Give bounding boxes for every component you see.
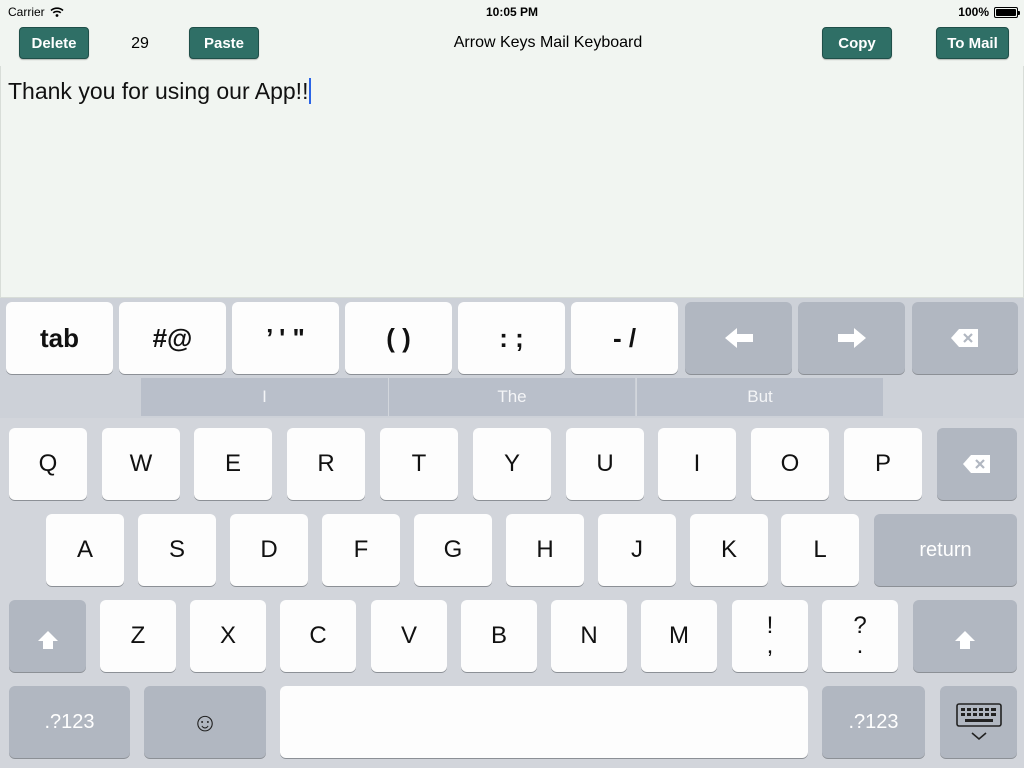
punct-stack: ? . — [853, 614, 866, 659]
emoji-icon: ☺ — [191, 706, 219, 737]
key-b[interactable]: B — [461, 600, 537, 672]
key-d[interactable]: D — [230, 514, 308, 586]
right-arrow-key[interactable] — [798, 302, 905, 374]
toolbar: Delete 29 Paste Arrow Keys Mail Keyboard… — [0, 24, 1024, 64]
emoji-key[interactable]: ☺ — [144, 686, 266, 758]
shift-right-key[interactable] — [913, 600, 1017, 672]
key-k[interactable]: K — [690, 514, 768, 586]
battery-percent: 100% — [958, 5, 989, 19]
battery-icon — [994, 6, 1020, 18]
suggestion-2[interactable]: The — [388, 378, 635, 416]
message-text-line: Thank you for using our App!! — [8, 78, 312, 105]
backspace-icon — [963, 455, 990, 473]
backspace-key[interactable] — [937, 428, 1017, 500]
character-count: 29 — [131, 35, 149, 52]
status-time: 10:05 PM — [485, 5, 539, 19]
paste-button[interactable]: Paste — [189, 27, 259, 59]
key-l[interactable]: L — [781, 514, 859, 586]
keyboard-dismiss-icon — [955, 703, 1002, 741]
key-e[interactable]: E — [194, 428, 272, 500]
status-right: 100% — [958, 5, 1020, 19]
return-key[interactable]: return — [874, 514, 1017, 586]
key-f[interactable]: F — [322, 514, 400, 586]
dash-slash-key[interactable]: - / — [571, 302, 678, 374]
status-bar: Carrier 10:05 PM 100% — [0, 0, 1024, 24]
key-i[interactable]: I — [658, 428, 736, 500]
key-v[interactable]: V — [371, 600, 447, 672]
key-m[interactable]: M — [641, 600, 717, 672]
space-bar[interactable] — [280, 686, 808, 758]
delete-button[interactable]: Delete — [19, 27, 89, 59]
numbers-key-left[interactable]: .?123 — [9, 686, 130, 758]
key-x[interactable]: X — [190, 600, 266, 672]
key-r[interactable]: R — [287, 428, 365, 500]
shift-icon — [37, 631, 58, 649]
accessory-row: tab #@ ’ ' " ( ) : ; - / — [0, 298, 1024, 378]
punct-bottom: . — [856, 632, 864, 659]
key-q[interactable]: Q — [9, 428, 87, 500]
accessory-backspace-key[interactable] — [912, 302, 1018, 374]
to-mail-button[interactable]: To Mail — [936, 27, 1009, 59]
key-n[interactable]: N — [551, 600, 627, 672]
left-arrow-icon — [724, 328, 753, 348]
suggestion-1[interactable]: I — [141, 378, 388, 416]
suggestion-3[interactable]: But — [636, 378, 883, 416]
suggestion-bar: I The But — [0, 378, 1024, 418]
backspace-icon — [951, 329, 978, 347]
numbers-key-right[interactable]: .?123 — [822, 686, 925, 758]
keyboard: tab #@ ’ ' " ( ) : ; - / I The But Q W E… — [0, 298, 1024, 768]
key-g[interactable]: G — [414, 514, 492, 586]
left-arrow-key[interactable] — [685, 302, 792, 374]
key-c[interactable]: C — [280, 600, 356, 672]
shift-icon — [955, 631, 975, 649]
shift-left-key[interactable] — [9, 600, 86, 672]
key-t[interactable]: T — [380, 428, 458, 500]
hash-at-key[interactable]: #@ — [119, 302, 226, 374]
key-y[interactable]: Y — [473, 428, 551, 500]
message-text: Thank you for using our App!! — [8, 78, 309, 104]
message-text-area[interactable]: Thank you for using our App!! — [0, 66, 1024, 298]
key-a[interactable]: A — [46, 514, 124, 586]
key-w[interactable]: W — [102, 428, 180, 500]
quotes-key[interactable]: ’ ' " — [232, 302, 339, 374]
key-exclamation-comma[interactable]: ! , — [732, 600, 808, 672]
text-caret — [309, 78, 312, 104]
key-question-period[interactable]: ? . — [822, 600, 898, 672]
punct-stack: ! , — [766, 614, 774, 659]
tab-key[interactable]: tab — [6, 302, 113, 374]
key-u[interactable]: U — [566, 428, 644, 500]
punct-bottom: , — [766, 632, 774, 659]
dismiss-keyboard-key[interactable] — [940, 686, 1017, 758]
colon-semicolon-key[interactable]: : ; — [458, 302, 565, 374]
copy-button[interactable]: Copy — [822, 27, 892, 59]
key-z[interactable]: Z — [100, 600, 176, 672]
key-o[interactable]: O — [751, 428, 829, 500]
key-h[interactable]: H — [506, 514, 584, 586]
key-s[interactable]: S — [138, 514, 216, 586]
app-title: Arrow Keys Mail Keyboard — [453, 34, 643, 51]
key-p[interactable]: P — [844, 428, 922, 500]
parentheses-key[interactable]: ( ) — [345, 302, 452, 374]
key-j[interactable]: J — [598, 514, 676, 586]
right-arrow-icon — [837, 328, 866, 348]
